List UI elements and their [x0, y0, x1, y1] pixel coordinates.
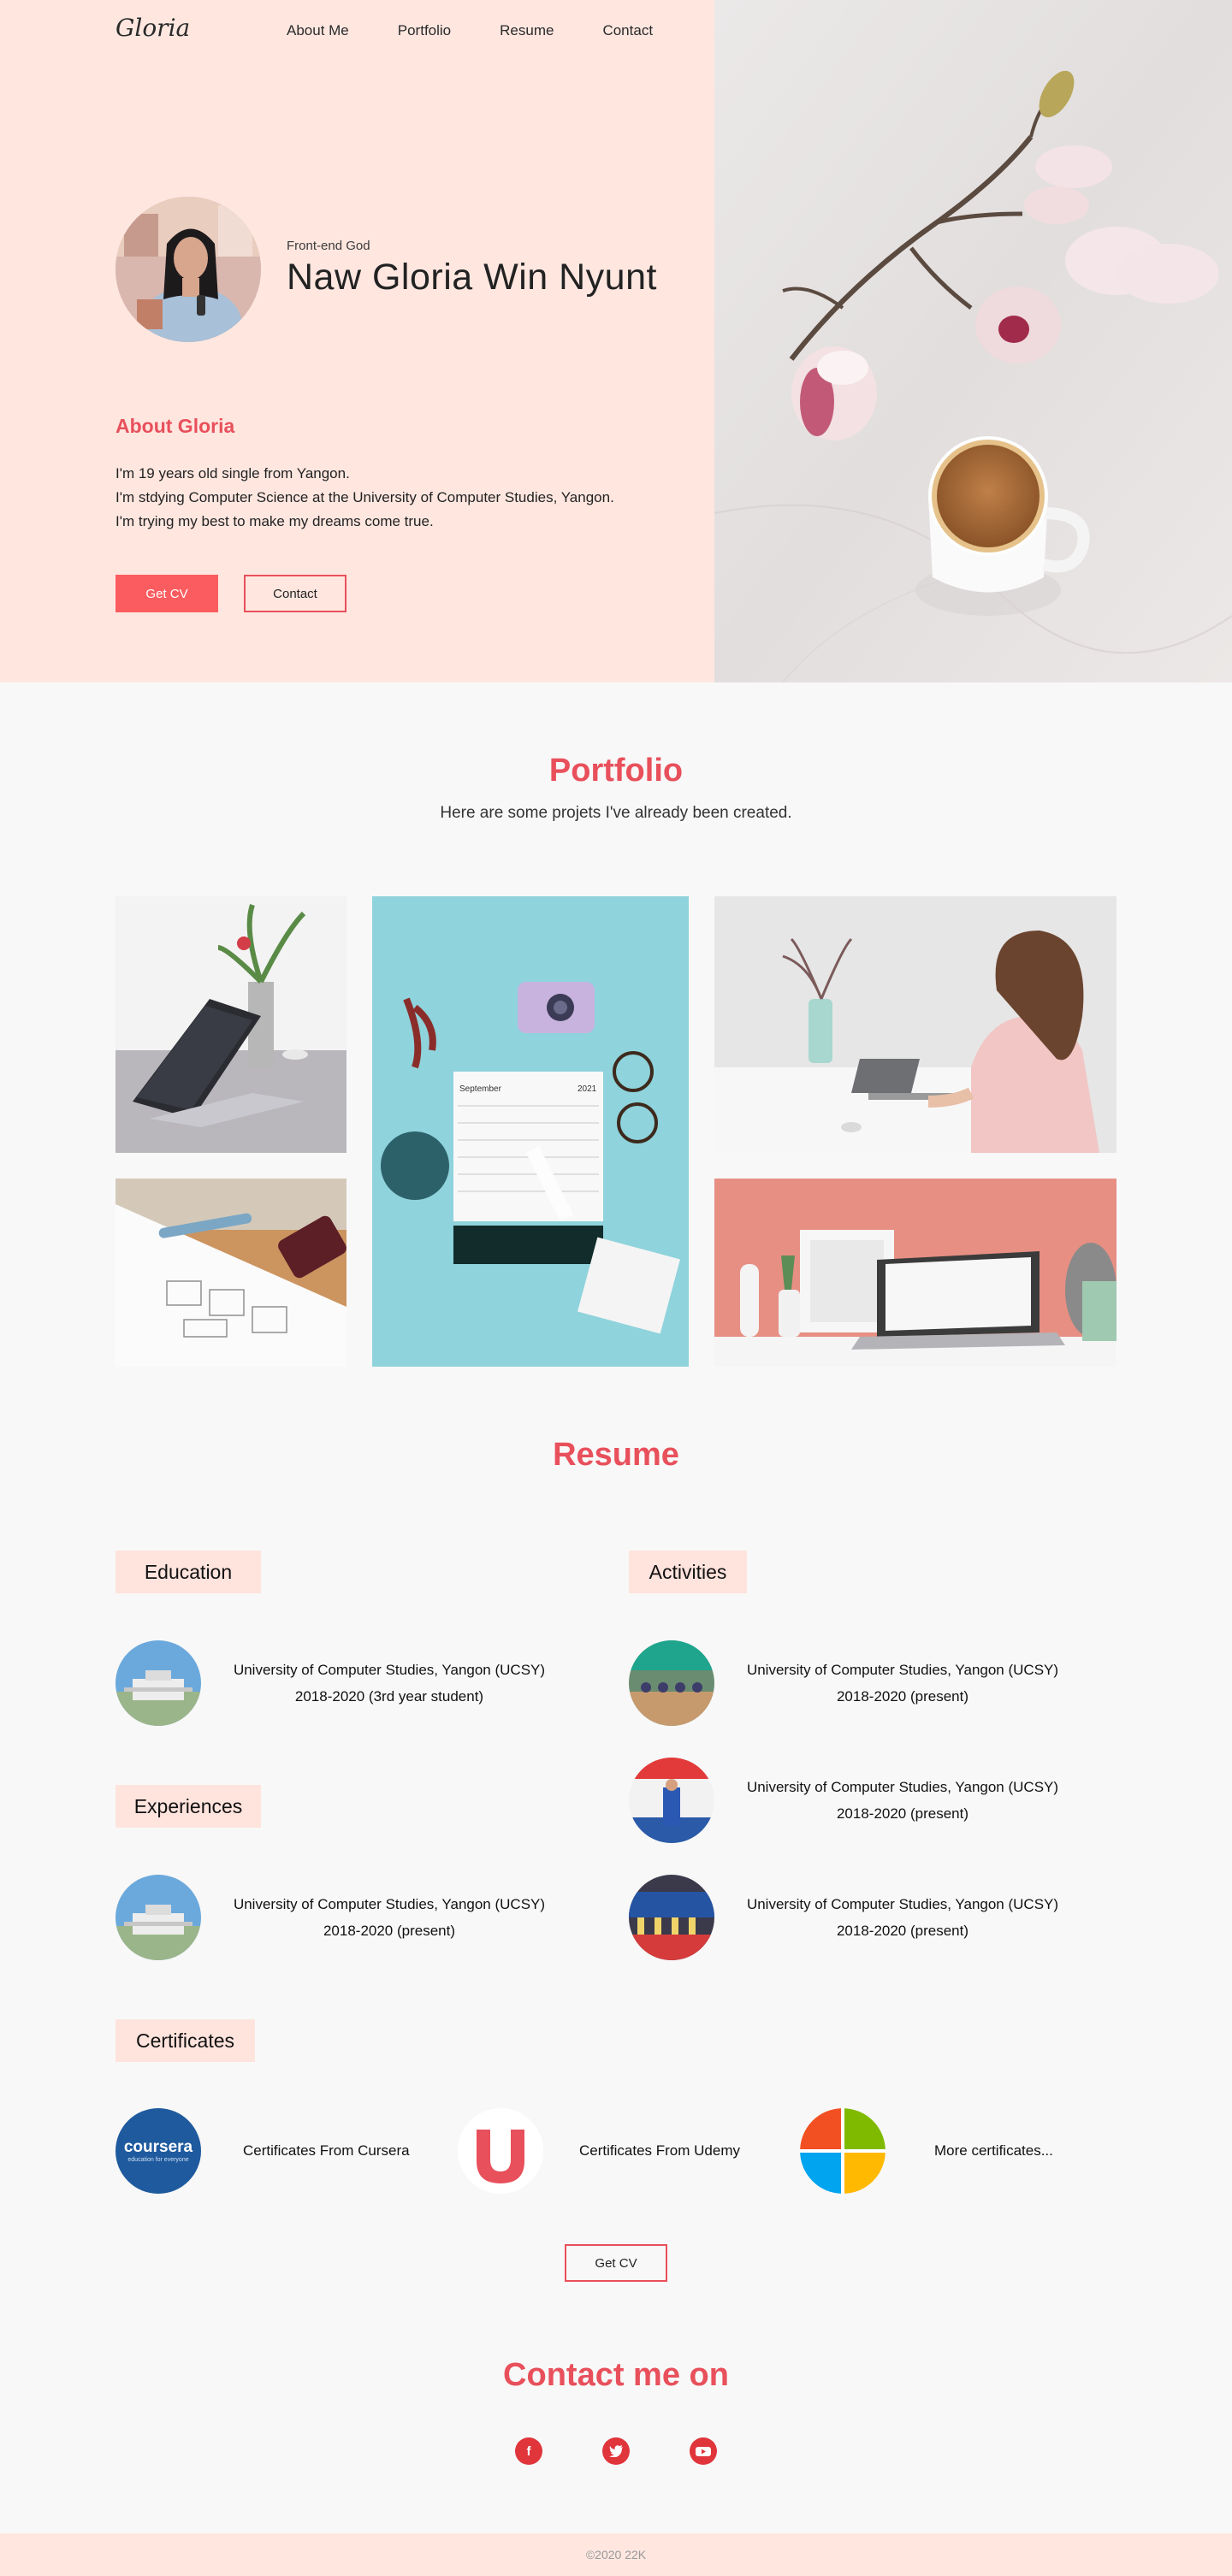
experience-period: 2018-2020 (present) [323, 1923, 456, 1939]
hero-name: Naw Gloria Win Nyunt [287, 257, 657, 298]
portfolio-subtitle: Here are some projets I've already been … [440, 804, 792, 822]
activity-item: University of Computer Studies, Yangon (… [732, 1657, 1074, 1710]
portfolio-item-calendar[interactable]: September 2021 [372, 896, 689, 1367]
twitter-icon[interactable] [602, 2437, 630, 2465]
activity-item: University of Computer Studies, Yangon (… [732, 1774, 1074, 1827]
svg-text:2021: 2021 [578, 1084, 597, 1094]
education-item: University of Computer Studies, Yangon (… [218, 1657, 560, 1710]
education-thumb [116, 1640, 201, 1726]
nav-portfolio[interactable]: Portfolio [398, 22, 451, 39]
svg-text:September: September [459, 1084, 502, 1094]
about-line: I'm trying my best to make my dreams com… [116, 513, 434, 529]
portfolio-item-woman-laptop[interactable] [714, 896, 1116, 1153]
nav-about[interactable]: About Me [287, 22, 349, 39]
contact-title: Contact me on [503, 2357, 729, 2393]
activity-period: 2018-2020 (present) [836, 1805, 969, 1822]
footer-copyright: ©2020 22K [585, 2548, 647, 2561]
portfolio-item-laptop-pink[interactable] [714, 1179, 1116, 1367]
nav-contact[interactable]: Contact [602, 22, 653, 39]
cert-label-more[interactable]: More certificates... [934, 2142, 1053, 2159]
cert-label-udemy[interactable]: Certificates From Udemy [579, 2142, 740, 2159]
hero-section: Gloria About Me Portfolio Resume Contact… [0, 0, 1232, 682]
experiences-heading: Experiences [116, 1785, 261, 1828]
resume-title: Resume [553, 1437, 679, 1473]
certificates-heading: Certificates [116, 2019, 255, 2062]
hero-left-panel: Gloria About Me Portfolio Resume Contact… [0, 0, 714, 682]
contact-button[interactable]: Contact [244, 575, 346, 612]
profile-avatar [116, 197, 261, 342]
activity-period: 2018-2020 (present) [836, 1688, 969, 1705]
education-heading: Education [116, 1551, 261, 1593]
portfolio-item-sketch[interactable] [116, 1179, 346, 1367]
cert-label-coursera[interactable]: Certificates From Cursera [243, 2142, 410, 2159]
more-certificates-icon[interactable] [800, 2108, 886, 2194]
experience-item: University of Computer Studies, Yangon (… [218, 1891, 560, 1944]
activity-institution: University of Computer Studies, Yangon (… [746, 1662, 1059, 1678]
resume-get-cv-button[interactable]: Get CV [565, 2244, 667, 2282]
education-institution: University of Computer Studies, Yangon (… [233, 1662, 546, 1678]
hero-tagline: Front-end God [287, 239, 370, 253]
portfolio-item-laptop-desk[interactable] [116, 896, 346, 1153]
activity-thumb-3 [629, 1875, 714, 1960]
youtube-icon[interactable] [690, 2437, 717, 2465]
coursera-logo-text: coursera [123, 2138, 193, 2156]
activity-thumb-2 [629, 1758, 714, 1843]
hero-image [714, 0, 1232, 682]
about-title: About Gloria [116, 415, 235, 437]
coursera-icon[interactable]: coursera education for everyone [116, 2108, 201, 2194]
activity-item: University of Computer Studies, Yangon (… [732, 1891, 1074, 1944]
udemy-icon[interactable] [458, 2108, 543, 2194]
activities-heading: Activities [629, 1551, 747, 1593]
experience-institution: University of Computer Studies, Yangon (… [233, 1896, 546, 1912]
activity-period: 2018-2020 (present) [836, 1923, 969, 1939]
coursera-tagline: education for everyone [127, 2157, 189, 2163]
main-nav: About Me Portfolio Resume Contact [287, 22, 653, 39]
activity-institution: University of Computer Studies, Yangon (… [746, 1896, 1059, 1912]
activity-thumb-1 [629, 1640, 714, 1726]
experience-thumb [116, 1875, 201, 1960]
about-line: I'm 19 years old single from Yangon. [116, 465, 350, 482]
site-logo[interactable]: Gloria [116, 14, 190, 42]
facebook-icon[interactable]: f [515, 2437, 542, 2465]
about-text: I'm 19 years old single from Yangon. I'm… [116, 462, 614, 534]
footer: ©2020 22K [0, 2533, 1232, 2576]
activity-institution: University of Computer Studies, Yangon (… [746, 1779, 1059, 1795]
about-line: I'm stdying Computer Science at the Univ… [116, 489, 614, 505]
get-cv-button[interactable]: Get CV [116, 575, 218, 612]
education-period: 2018-2020 (3rd year student) [294, 1688, 484, 1705]
portfolio-title: Portfolio [548, 753, 684, 789]
nav-resume[interactable]: Resume [500, 22, 554, 39]
